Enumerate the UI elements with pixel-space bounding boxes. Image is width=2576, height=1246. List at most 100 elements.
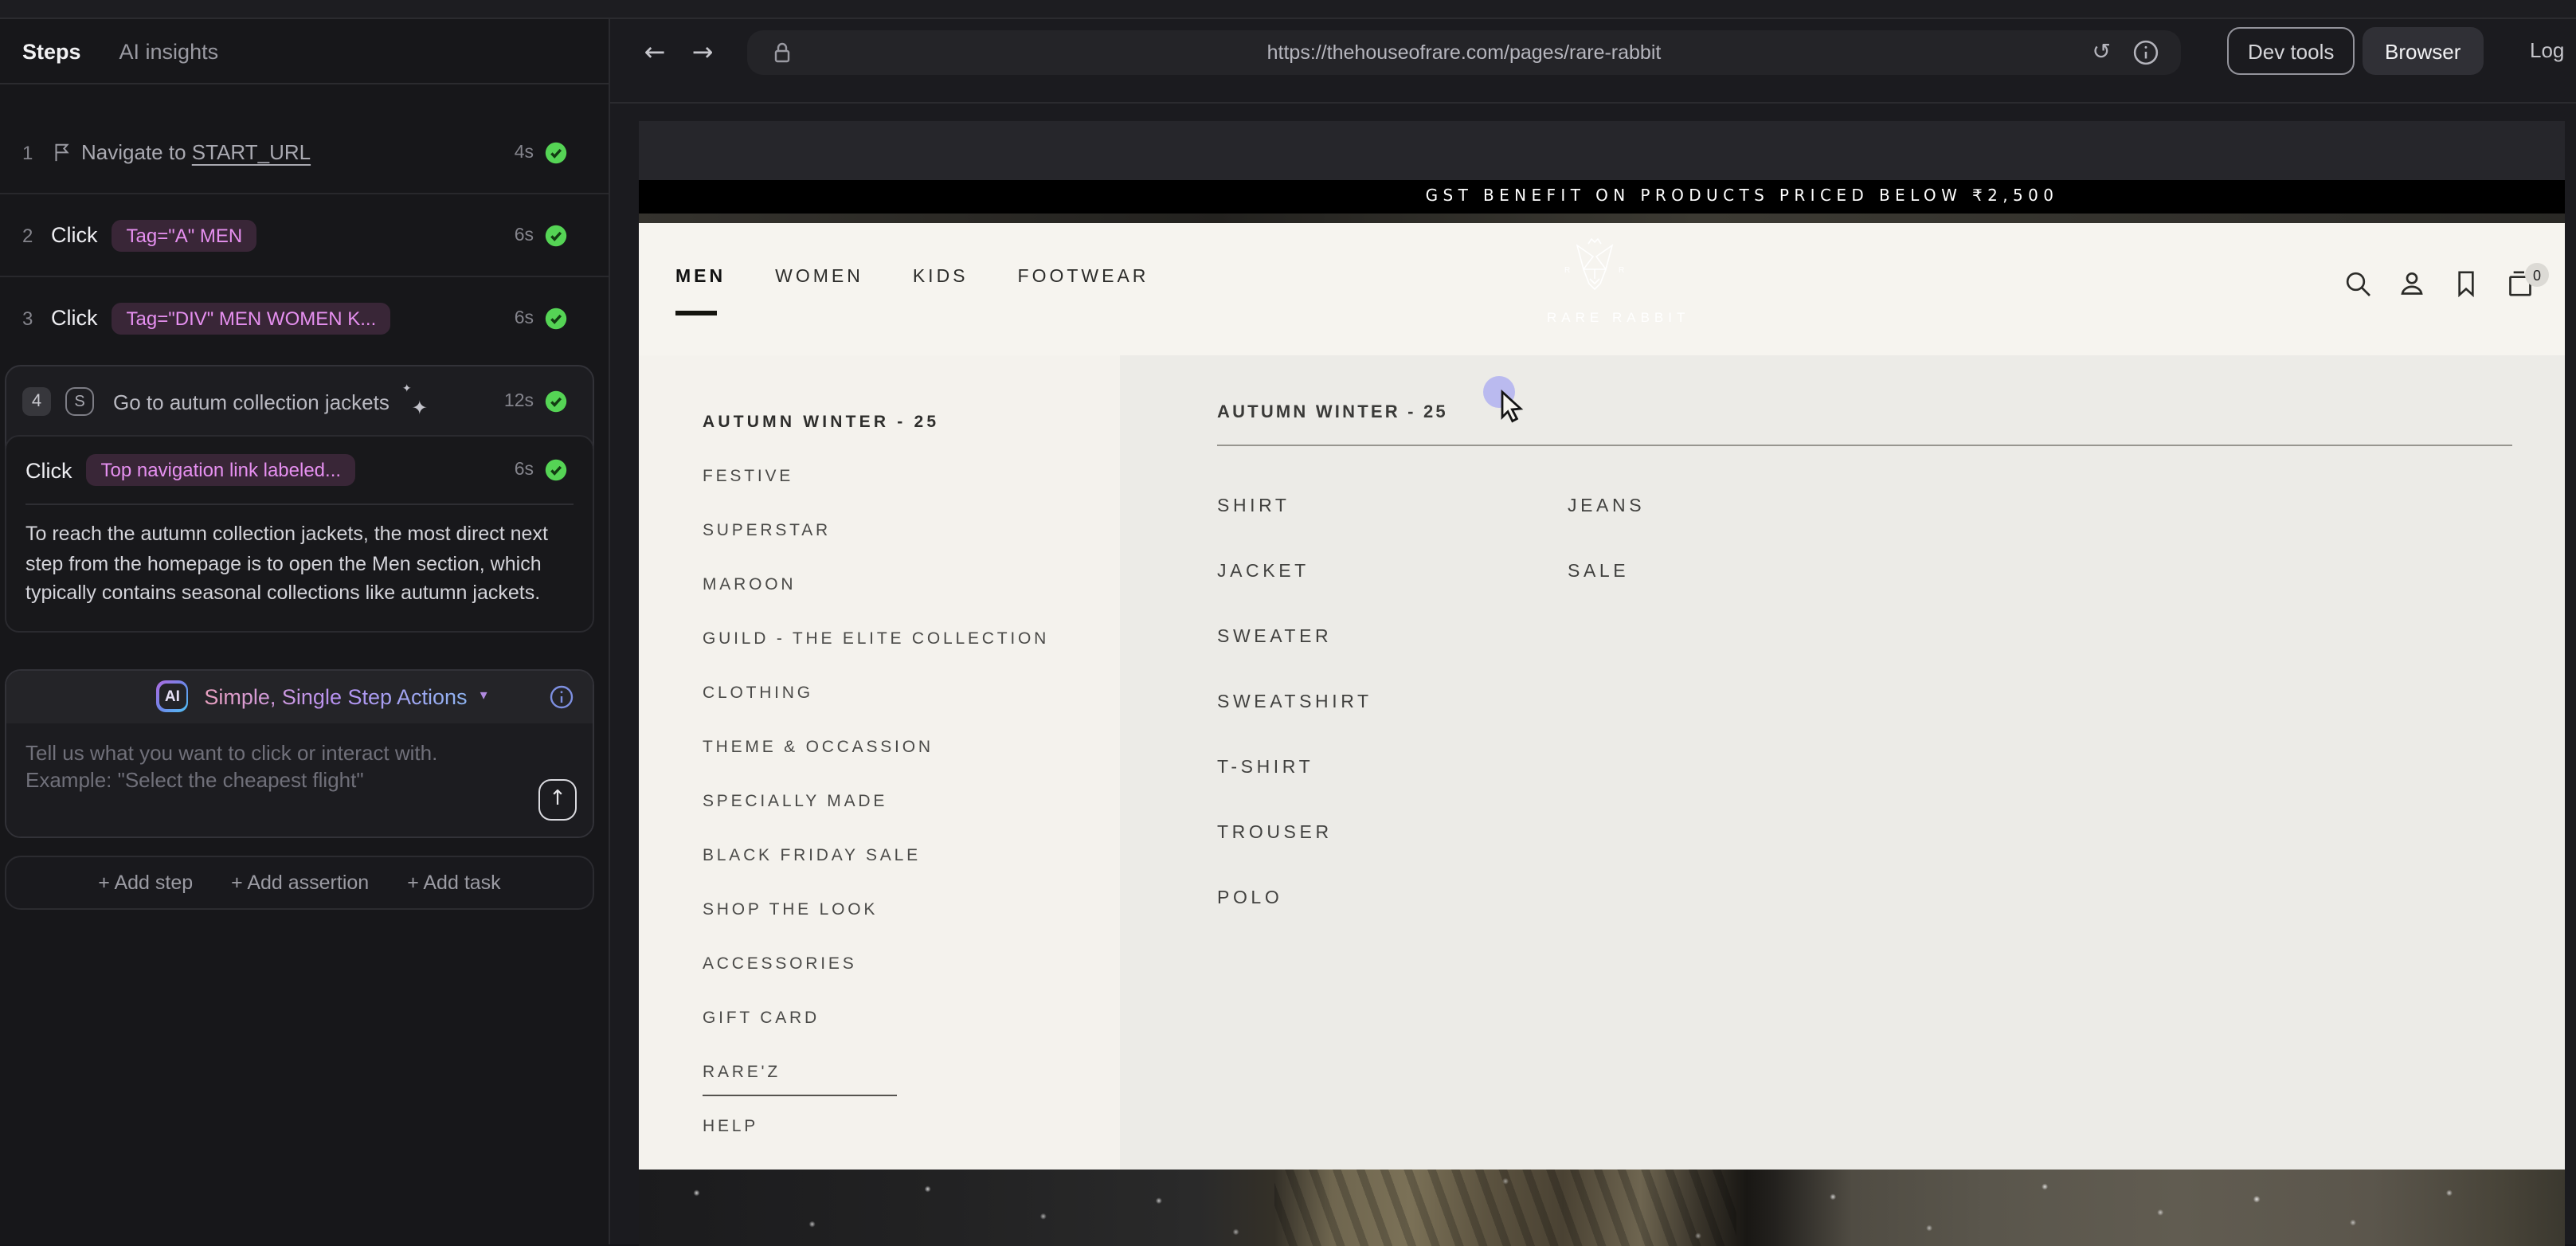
ai-input-placeholder: Tell us what you want to click or intera… <box>25 739 503 794</box>
subpanel-heading: AUTUMN WINTER - 25 <box>1217 403 2512 429</box>
snow-speckles <box>639 1170 2565 1246</box>
menu-item-superstar[interactable]: SUPERSTAR <box>703 503 1120 558</box>
step-duration: 6s <box>515 460 534 480</box>
subitem-polo[interactable]: POLO <box>1217 867 1568 932</box>
menu-item-black-friday-sale[interactable]: BLACK FRIDAY SALE <box>703 829 1120 883</box>
step-row-click-topnav[interactable]: Click Top navigation link labeled... 6s <box>6 437 593 503</box>
step-row-click-men[interactable]: 2 Click Tag="A" MEN 6s <box>0 194 609 276</box>
page-info-icon[interactable] <box>2133 40 2159 65</box>
ai-mode-title: Simple, Single Step Actions <box>204 684 467 708</box>
menu-item-help[interactable]: HELP <box>703 1099 1120 1154</box>
step-action: Navigate to <box>81 140 186 164</box>
steps-sidebar: Steps AI insights 1 Navigate to START_UR… <box>0 19 609 1244</box>
step-action: Click <box>51 223 98 247</box>
subitem-jacket[interactable]: JACKET <box>1217 540 1568 605</box>
menu-item-maroon[interactable]: MAROON <box>703 558 1120 612</box>
menu-item-guild[interactable]: GUILD - THE ELITE COLLECTION <box>703 612 1120 666</box>
forward-button[interactable]: → <box>683 30 722 75</box>
menu-item-clothing[interactable]: CLOTHING <box>703 666 1120 720</box>
substep-card: Click Top navigation link labeled... 6s … <box>5 435 594 632</box>
add-task-button[interactable]: + Add task <box>407 871 500 893</box>
rabbit-logo-icon: R R <box>1547 236 1642 300</box>
subpanel-divider <box>1217 445 2512 446</box>
account-icon[interactable] <box>2396 268 2428 300</box>
refresh-icon[interactable]: ↺ <box>2093 30 2111 75</box>
menu-item-rarez[interactable]: RARE'Z <box>703 1045 1120 1099</box>
success-check-icon <box>545 459 567 481</box>
menu-item-shop-the-look[interactable]: SHOP THE LOOK <box>703 883 1120 937</box>
website-page: GST BENEFIT ON PRODUCTS PRICED BELOW ₹2,… <box>639 121 2565 1246</box>
add-step-button[interactable]: + Add step <box>98 871 193 893</box>
subitem-sweatshirt[interactable]: SWEATSHIRT <box>1217 671 1568 736</box>
step-duration: 12s <box>504 392 534 411</box>
subpanel-columns: SHIRT JACKET SWEATER SWEATSHIRT T-SHIRT … <box>1217 475 2512 932</box>
subitem-sweater[interactable]: SWEATER <box>1217 605 1568 671</box>
subitem-shirt[interactable]: SHIRT <box>1217 475 1568 540</box>
subitem-sale[interactable]: SALE <box>1568 540 1918 605</box>
url-bar[interactable]: https://thehouseofrare.com/pages/rare-ra… <box>747 30 2181 75</box>
browser-toolbar: ← → https://thehouseofrare.com/pages/rar… <box>610 19 2576 104</box>
step-text: Navigate to START_URL <box>81 140 311 164</box>
selector-pill: Top navigation link labeled... <box>87 454 356 486</box>
main-nav: MEN WOMEN KIDS FOOTWEAR <box>675 268 1149 287</box>
browser-tab-button[interactable]: Browser <box>2363 27 2483 75</box>
mega-menu-categories: AUTUMN WINTER - 25 FESTIVE SUPERSTAR MAR… <box>639 355 1120 1170</box>
window-topbar <box>0 0 2576 19</box>
info-icon[interactable] <box>550 684 574 708</box>
nav-item-women[interactable]: WOMEN <box>775 268 863 287</box>
menu-item-autumn-winter[interactable]: AUTUMN WINTER - 25 <box>703 395 1120 449</box>
tab-ai-insights[interactable]: AI insights <box>119 39 219 63</box>
start-url-link[interactable]: START_URL <box>192 140 311 164</box>
mega-menu: AUTUMN WINTER - 25 FESTIVE SUPERSTAR MAR… <box>639 355 2565 1170</box>
menu-item-theme-occassion[interactable]: THEME & OCCASSION <box>703 720 1120 774</box>
step-explanation: To reach the autumn collection jackets, … <box>6 505 593 630</box>
subitem-tshirt[interactable]: T-SHIRT <box>1217 736 1568 801</box>
nav-item-footwear[interactable]: FOOTWEAR <box>1018 268 1149 287</box>
header-icons: 0 <box>2342 268 2536 300</box>
step-action: Click <box>25 458 72 482</box>
dev-tools-button[interactable]: Dev tools <box>2227 27 2355 75</box>
sidebar-tabs: Steps AI insights <box>0 19 609 84</box>
step-row-goto-jackets[interactable]: 4 S Go to autum collection jackets ✦✦ 12… <box>6 366 593 437</box>
menu-item-festive[interactable]: FESTIVE <box>703 449 1120 503</box>
ai-panel-header[interactable]: AI Simple, Single Step Actions ▾ <box>6 670 593 723</box>
cart-count-badge: 0 <box>2525 263 2549 287</box>
site-logo[interactable]: R R RARE RABBIT <box>1547 236 1642 325</box>
announcement-banner: GST BENEFIT ON PRODUCTS PRICED BELOW ₹2,… <box>639 180 2565 214</box>
mouse-cursor <box>1497 389 1529 424</box>
steps-list: 1 Navigate to START_URL 4s <box>0 84 609 632</box>
cart-icon[interactable]: 0 <box>2504 268 2536 300</box>
hero-photo <box>639 1170 2565 1246</box>
sparkle-icon: ✦✦ <box>402 389 428 414</box>
add-actions-bar: + Add step + Add assertion + Add task <box>5 855 594 909</box>
step-number-badge: 4 <box>22 387 51 416</box>
log-tab-button[interactable]: Log <box>2530 30 2564 72</box>
success-check-icon <box>545 224 567 246</box>
back-button[interactable]: ← <box>636 30 674 75</box>
chevron-down-icon[interactable]: ▾ <box>480 688 487 704</box>
menu-item-specially-made[interactable]: SPECIALLY MADE <box>703 774 1120 829</box>
subitem-trouser[interactable]: TROUSER <box>1217 801 1568 867</box>
add-assertion-button[interactable]: + Add assertion <box>231 871 369 893</box>
step-row-click-div[interactable]: 3 Click Tag="DIV" MEN WOMEN K... 6s <box>0 277 609 359</box>
step-row-navigate[interactable]: 1 Navigate to START_URL 4s <box>0 112 609 193</box>
step-number: 3 <box>22 307 41 329</box>
ai-prompt-input[interactable]: Tell us what you want to click or intera… <box>6 723 593 836</box>
step-number: 2 <box>22 224 41 246</box>
nav-item-men[interactable]: MEN <box>675 268 726 287</box>
mega-menu-subpanel: AUTUMN WINTER - 25 SHIRT JACKET SWEATER … <box>1120 355 2565 1170</box>
s-badge-icon: S <box>65 387 94 416</box>
tab-steps[interactable]: Steps <box>22 39 81 63</box>
brand-name: RARE RABBIT <box>1547 309 1642 325</box>
search-icon[interactable] <box>2342 268 2374 300</box>
submit-prompt-button[interactable]: ↑ <box>538 778 577 820</box>
subitem-jeans[interactable]: JEANS <box>1568 475 1918 540</box>
svg-text:R: R <box>1619 266 1624 275</box>
svg-text:R: R <box>1564 266 1570 275</box>
menu-item-accessories[interactable]: ACCESSORIES <box>703 937 1120 991</box>
step-duration: 6s <box>515 225 534 245</box>
wishlist-bookmark-icon[interactable] <box>2450 268 2482 300</box>
menu-item-gift-card[interactable]: GIFT CARD <box>703 991 1120 1045</box>
subpanel-column-2: JEANS SALE <box>1568 475 1918 932</box>
nav-item-kids[interactable]: KIDS <box>913 268 969 287</box>
